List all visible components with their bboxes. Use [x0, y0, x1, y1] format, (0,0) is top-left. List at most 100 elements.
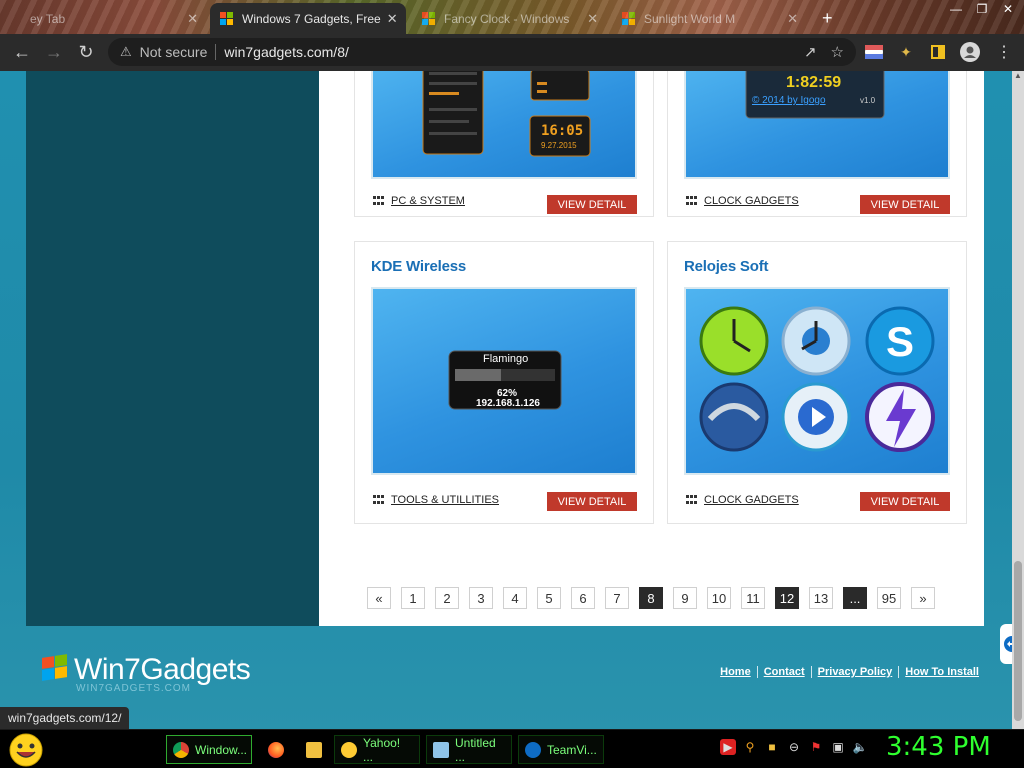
share-icon[interactable]: ↗ [804, 43, 817, 61]
view-detail-button[interactable]: VIEW DETAIL [547, 195, 637, 214]
taskbar-clock[interactable]: 3:43 PM [886, 732, 991, 762]
gadget-thumbnail[interactable]: 1:82:59 © 2014 by Igogo v1.0 [684, 71, 950, 179]
sidebar-toggle-icon[interactable] [928, 42, 948, 62]
taskbar-explorer[interactable] [300, 735, 328, 764]
tab-new-tab[interactable]: ey Tab ✕ [0, 3, 208, 34]
page-ellipsis[interactable]: ... [843, 587, 867, 609]
page-next-button[interactable]: » [911, 587, 935, 609]
tab-close-icon[interactable]: ✕ [181, 11, 198, 27]
tab-sunlight-world[interactable]: Sunlight World M ✕ [612, 3, 808, 34]
profile-flag-icon[interactable] [864, 42, 884, 62]
page-link[interactable]: 6 [571, 587, 595, 609]
page-link[interactable]: 2 [435, 587, 459, 609]
credit-link: © 2014 by Igogo [752, 95, 826, 106]
address-bar[interactable]: ⚠ Not secure win7gadgets.com/8/ ↗ ☆ [108, 38, 856, 66]
new-tab-button[interactable]: + [812, 3, 842, 34]
main-content: 16:05 9.27.2015 PC & SYSTEM VIEW DETAIL … [319, 71, 984, 626]
page-link[interactable]: 10 [707, 587, 731, 609]
gadget-title[interactable]: Relojes Soft [684, 258, 768, 275]
gadget-title[interactable]: KDE Wireless [371, 258, 466, 275]
tab-title: Windows 7 Gadgets, Free [242, 11, 381, 26]
bookmark-star-icon[interactable]: ☆ [831, 43, 844, 61]
tab-title: Fancy Clock - Windows [444, 11, 570, 26]
account-avatar-icon[interactable] [960, 42, 980, 62]
taskbar-notepad[interactable]: Untitled ... [426, 735, 512, 764]
page-link[interactable]: 11 [741, 587, 765, 609]
tray-app-icon[interactable]: ▶ [720, 739, 736, 755]
page-link-current[interactable]: 8 [639, 587, 663, 609]
wireless-widget-preview [448, 350, 562, 410]
menu-kebab-icon[interactable]: ⋮ [994, 42, 1014, 62]
windows-logo-icon [220, 11, 233, 25]
tab-close-icon[interactable]: ✕ [781, 11, 798, 27]
page-scrollbar[interactable]: ▲ [1012, 71, 1024, 732]
close-window-icon[interactable]: ✕ [996, 0, 1020, 18]
extensions-puzzle-icon[interactable]: ✦ [896, 42, 916, 62]
start-button[interactable] [6, 732, 46, 768]
page-link[interactable]: 95 [877, 587, 901, 609]
taskbar-yahoo[interactable]: Yahoo! ... [334, 735, 420, 764]
chrome-icon [173, 741, 189, 758]
clock-display: 1:82:59 [786, 74, 842, 91]
category-meta: TOOLS & UTILLITIES [373, 494, 499, 506]
taskbar-chrome[interactable]: Window... [166, 735, 252, 764]
gadget-thumbnail[interactable]: Flamingo 62% 192.168.1.126 [371, 287, 637, 475]
volume-icon[interactable]: 🔈 [852, 739, 868, 755]
back-arrow-icon[interactable]: ← [6, 36, 38, 68]
tray-search-icon[interactable]: ⚲ [742, 739, 758, 755]
pagination: « 1 2 3 4 5 6 7 8 9 10 11 12 13 ... 95 » [367, 587, 935, 609]
tab-fancy-clock[interactable]: Fancy Clock - Windows ✕ [412, 3, 608, 34]
taskbar-teamviewer[interactable]: TeamVi... [518, 735, 604, 764]
tray-minus-icon[interactable]: ⊖ [786, 739, 802, 755]
windows-logo-icon [622, 11, 635, 25]
page-link[interactable]: 9 [673, 587, 697, 609]
gadget-thumbnail[interactable]: 16:05 9.27.2015 [371, 71, 637, 179]
footer-brand[interactable]: Win7Gadgets WIN7GADGETS.COM [40, 653, 251, 694]
action-center-flag-icon[interactable]: ⚑ [808, 739, 824, 755]
gadget-thumbnail[interactable]: S [684, 287, 950, 475]
page-link[interactable]: 5 [537, 587, 561, 609]
taskbar-firefox[interactable] [262, 735, 290, 764]
view-detail-button[interactable]: VIEW DETAIL [860, 195, 950, 214]
web-page: 16:05 9.27.2015 PC & SYSTEM VIEW DETAIL … [0, 71, 1024, 732]
maximize-icon[interactable]: ❐ [970, 0, 994, 18]
widget-name: Flamingo [483, 353, 529, 365]
tab-windows7-gadgets[interactable]: Windows 7 Gadgets, Free ✕ [210, 3, 406, 34]
tab-close-icon[interactable]: ✕ [581, 11, 598, 27]
scroll-up-icon[interactable]: ▲ [1012, 71, 1024, 85]
page-link[interactable]: 13 [809, 587, 833, 609]
reload-icon[interactable]: ↻ [70, 36, 102, 68]
page-prev-button[interactable]: « [367, 587, 391, 609]
brand-subtitle: WIN7GADGETS.COM [76, 683, 192, 694]
divider [810, 666, 812, 678]
page-link[interactable]: 3 [469, 587, 493, 609]
page-link-hovered[interactable]: 12 [775, 587, 799, 609]
footer-link-how-to-install[interactable]: How To Install [905, 666, 979, 678]
page-link[interactable]: 1 [401, 587, 425, 609]
taskbar-label: Untitled ... [455, 735, 496, 764]
warning-triangle-icon: ⚠ [120, 44, 132, 59]
page-link[interactable]: 4 [503, 587, 527, 609]
view-detail-button[interactable]: VIEW DETAIL [860, 492, 950, 511]
tab-close-icon[interactable]: ✕ [381, 11, 398, 27]
view-detail-button[interactable]: VIEW DETAIL [547, 492, 637, 511]
category-grid-icon [686, 196, 698, 206]
footer-link-privacy[interactable]: Privacy Policy [818, 666, 893, 678]
minimize-icon[interactable]: — [944, 0, 968, 18]
category-meta: CLOCK GADGETS [686, 494, 799, 506]
footer-link-contact[interactable]: Contact [764, 666, 805, 678]
scrollbar-thumb[interactable] [1014, 561, 1022, 721]
category-link[interactable]: PC & SYSTEM [391, 195, 465, 207]
page-link[interactable]: 7 [605, 587, 629, 609]
footer-link-home[interactable]: Home [720, 666, 751, 678]
brand-name: Win7Gadgets [74, 653, 251, 686]
network-icon[interactable]: ▣ [830, 739, 846, 755]
system-gadgets-preview [422, 71, 591, 157]
forward-arrow-icon[interactable]: → [38, 36, 70, 68]
category-link[interactable]: TOOLS & UTILLITIES [391, 494, 499, 506]
left-sidebar-panel [26, 71, 319, 626]
tray-folder-icon[interactable]: ■ [764, 739, 780, 755]
category-link[interactable]: CLOCK GADGETS [704, 494, 799, 506]
divider [756, 666, 758, 678]
category-link[interactable]: CLOCK GADGETS [704, 195, 799, 207]
